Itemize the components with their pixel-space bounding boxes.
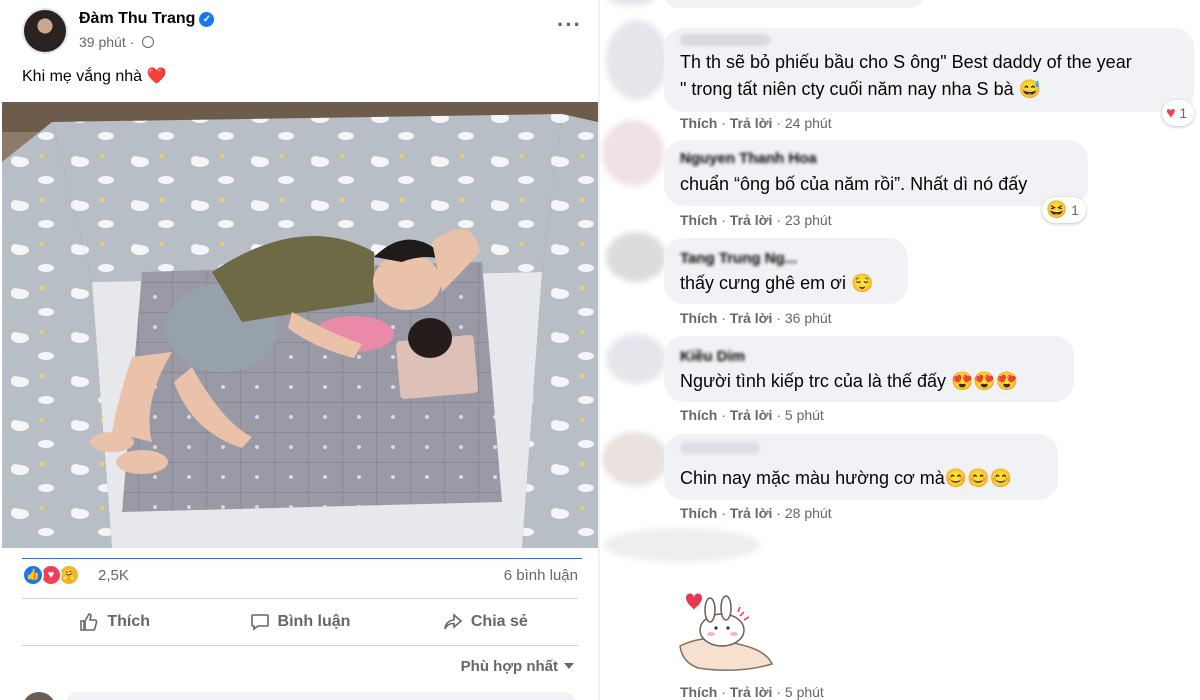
author-name-text[interactable]: Đàm Thu Trang — [79, 10, 195, 27]
comment-time[interactable]: 28 phút — [785, 505, 832, 521]
more-icon[interactable]: ··· — [557, 14, 582, 36]
comment-like-link[interactable]: Thích — [680, 310, 717, 326]
comment-like-link[interactable]: Thích — [680, 684, 717, 700]
comment-reaction-count: 1 — [1179, 105, 1188, 121]
post-photo[interactable] — [2, 102, 598, 548]
love-reaction-icon: ♥ — [1166, 105, 1176, 122]
comment-reaction-badge[interactable]: ♥ 1 — [1162, 100, 1195, 126]
post-photo-image — [2, 102, 598, 548]
heart-icon: ❤️ — [146, 68, 167, 85]
commenter-avatar[interactable] — [606, 232, 666, 282]
sort-dropdown[interactable]: Phù hợp nhất — [461, 658, 574, 675]
comment-time[interactable]: 5 phút — [785, 684, 824, 700]
comment-reply-link[interactable]: Trả lời — [730, 115, 773, 131]
comment-time[interactable]: 5 phút — [785, 407, 824, 423]
post-stats: 👍 ♥ 🤗 2,5K 6 bình luận — [22, 558, 582, 588]
comment-icon — [250, 614, 269, 631]
reaction-count[interactable]: 2,5K — [98, 567, 129, 584]
comment-time[interactable]: 24 phút — [785, 115, 832, 131]
share-icon — [444, 613, 463, 630]
comment-text: thấy cưng ghê em ơi 😌 — [680, 273, 874, 293]
commenter-avatar[interactable] — [606, 20, 668, 100]
comment-text: chuẩn “ông bố của năm rồi”. Nhất dì nó đ… — [680, 174, 1028, 194]
comment-time[interactable]: 36 phút — [785, 310, 832, 326]
comment-like-link[interactable]: Thích — [680, 115, 717, 131]
author-name[interactable]: Đàm Thu Trang ✓ — [79, 10, 215, 28]
caption-text: Khi mẹ vắng nhà — [22, 68, 143, 85]
comment-count[interactable]: 6 bình luận — [504, 567, 578, 584]
comment-like-link[interactable]: Thích — [680, 505, 717, 521]
commenter-name[interactable]: Kiều Dim — [680, 348, 745, 365]
comment-reply-link[interactable]: Trả lời — [730, 310, 773, 326]
commenter-avatar[interactable] — [22, 692, 56, 700]
facebook-post-screenshot: Đàm Thu Trang ✓ 39 phút · ··· Khi mẹ vắng… — [0, 0, 1200, 700]
verified-icon: ✓ — [199, 12, 215, 27]
comment-reply-link[interactable]: Trả lời — [730, 407, 773, 423]
commenter-avatar[interactable] — [602, 432, 668, 486]
comment-footer: Thích · Trả lời · 5 phút — [680, 407, 824, 423]
commenter-avatar[interactable] — [602, 120, 664, 186]
post-header: Đàm Thu Trang ✓ 39 phút · ··· — [22, 8, 582, 56]
comment-bubble — [664, 0, 924, 8]
comments-panel: Th th sẽ bỏ phiếu bầu cho S ông" Best da… — [600, 0, 1200, 700]
globe-icon — [142, 36, 155, 48]
post-meta: 39 phút · — [79, 34, 155, 50]
post-time[interactable]: 39 phút — [79, 34, 126, 50]
comment-like-link[interactable]: Thích — [680, 212, 717, 228]
commenter-avatar[interactable] — [606, 0, 656, 6]
post-card: Đàm Thu Trang ✓ 39 phút · ··· Khi mẹ vắng… — [0, 0, 600, 700]
commenter-avatar[interactable] — [606, 334, 666, 384]
comment-footer: Thích · Trả lời · 36 phút — [680, 310, 832, 326]
commenter-name[interactable] — [680, 442, 760, 454]
comment-text: Người tình kiếp trc của là thế đấy 😍😍😍 — [680, 371, 1019, 391]
thumb-up-icon — [80, 613, 98, 631]
comment-footer: Thích · Trả lời · 23 phút — [680, 212, 832, 228]
comment-text: Th th sẽ bỏ phiếu bầu cho S ông" Best da… — [680, 52, 1132, 72]
caret-down-icon — [564, 663, 574, 669]
commenter-name[interactable]: Tang Trung Ng... — [680, 250, 797, 267]
comment-footer: Thích · Trả lời · 28 phút — [680, 505, 832, 521]
commenter-name[interactable] — [680, 34, 770, 46]
commenter-name[interactable]: Nguyen Thanh Hoa — [680, 150, 817, 167]
haha-reaction-icon: 😆 — [1046, 200, 1068, 219]
comment-reply-link[interactable]: Trả lời — [730, 212, 773, 228]
comment-label: Bình luận — [277, 613, 351, 630]
like-button[interactable]: Thích — [22, 599, 207, 645]
next-comment-preview — [22, 690, 578, 700]
comment-reaction-count: 1 — [1071, 202, 1079, 218]
sort-label: Phù hợp nhất — [460, 658, 558, 675]
bunny-heart-sticker[interactable] — [678, 588, 778, 672]
comment-text: " trong tất niên cty cuối năm nay nha S … — [680, 79, 1042, 99]
comment-reply-link[interactable]: Trả lời — [730, 684, 773, 700]
author-avatar[interactable] — [22, 8, 68, 54]
comment-reaction-badge[interactable]: 😆 1 — [1042, 197, 1086, 223]
share-label: Chia sẻ — [470, 613, 528, 630]
commenter-avatar[interactable] — [604, 528, 760, 562]
comment-text: Chin nay mặc màu hường cơ mà😊😊😊 — [680, 468, 1012, 488]
comment-button[interactable]: Bình luận — [207, 599, 392, 645]
comment-like-link[interactable]: Thích — [680, 407, 717, 423]
comment-footer: Thích · Trả lời · 24 phút — [680, 115, 832, 131]
comment-reply-link[interactable]: Trả lời — [730, 505, 773, 521]
like-label: Thích — [107, 613, 150, 630]
comment-bubble — [64, 692, 578, 700]
comment-time[interactable]: 23 phút — [785, 212, 832, 228]
like-reaction-icon: 👍 — [22, 564, 44, 586]
post-caption: Khi mẹ vắng nhà ❤️ — [22, 66, 166, 86]
post-actions: Thích Bình luận Chia sẻ — [22, 598, 578, 646]
comment-footer: Thích · Trả lời · 5 phút — [680, 684, 824, 700]
share-button[interactable]: Chia sẻ — [393, 599, 578, 645]
